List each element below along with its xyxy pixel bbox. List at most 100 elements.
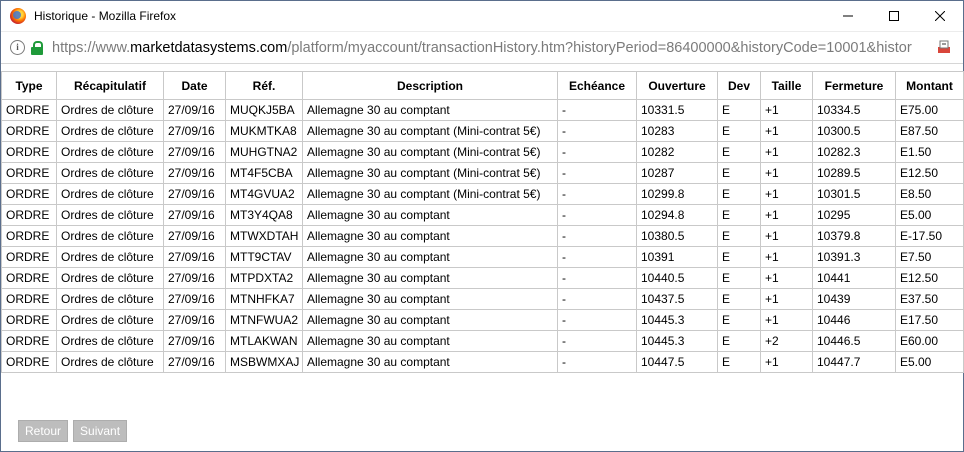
cell-ref: MT3Y4QA8 (225, 204, 303, 226)
cell-date: 27/09/16 (163, 330, 226, 352)
column-header-type: Type (1, 71, 57, 100)
column-header-date: Date (163, 71, 226, 100)
table-header-row: Type Récapitulatif Date Réf. Description Eché… (1, 71, 964, 100)
cell-dev: E (717, 330, 761, 352)
cell-description: Allemagne 30 au comptant (302, 330, 558, 352)
cell-echeance: - (557, 225, 637, 247)
cell-ouverture: 10380.5 (636, 225, 718, 247)
cell-montant: E5.00 (895, 351, 964, 373)
cell-recap: Ordres de clôture (56, 246, 164, 268)
table-row: ORDRE Ordres de clôture 27/09/16 MSBWMXAJ Al… (1, 351, 964, 373)
cell-date: 27/09/16 (163, 288, 226, 310)
cell-montant: E60.00 (895, 330, 964, 352)
column-header-ouverture: Ouverture (636, 71, 718, 100)
firefox-logo-icon (10, 8, 26, 24)
cell-taille: +1 (760, 99, 813, 121)
table-row: ORDRE Ordres de clôture 27/09/16 MTNFWUA2 Al… (1, 309, 964, 331)
cell-echeance: - (557, 246, 637, 268)
maximize-button[interactable] (871, 1, 917, 31)
cell-recap: Ordres de clôture (56, 99, 164, 121)
transactions-table: Type Récapitulatif Date Réf. Description Eché… (1, 71, 964, 373)
extension-icon[interactable] (937, 40, 951, 54)
cell-montant: E8.50 (895, 183, 964, 205)
minimize-icon (843, 15, 853, 17)
cell-echeance: - (557, 99, 637, 121)
cell-taille: +1 (760, 162, 813, 184)
cell-date: 27/09/16 (163, 351, 226, 373)
table-row: ORDRE Ordres de clôture 27/09/16 MT4F5CBA Al… (1, 162, 964, 184)
cell-fermeture: 10334.5 (812, 99, 896, 121)
cell-dev: E (717, 162, 761, 184)
maximize-icon (889, 11, 899, 21)
cell-fermeture: 10446 (812, 309, 896, 331)
cell-taille: +2 (760, 330, 813, 352)
cell-fermeture: 10439 (812, 288, 896, 310)
cell-description: Allemagne 30 au comptant (302, 204, 558, 226)
cell-ref: MTNHFKA7 (225, 288, 303, 310)
cell-date: 27/09/16 (163, 99, 226, 121)
cell-montant: E37.50 (895, 288, 964, 310)
cell-type: ORDRE (1, 351, 57, 373)
table-row: ORDRE Ordres de clôture 27/09/16 MUHGTNA2 Al… (1, 141, 964, 163)
browser-window: Historique - Mozilla Firefox i https://w… (0, 0, 964, 452)
cell-description: Allemagne 30 au comptant (302, 288, 558, 310)
cell-recap: Ordres de clôture (56, 183, 164, 205)
cell-description: Allemagne 30 au comptant (302, 351, 558, 373)
url-bar[interactable]: i https://www.marketdatasystems.com/plat… (1, 31, 963, 64)
cell-description: Allemagne 30 au comptant (302, 246, 558, 268)
table-row: ORDRE Ordres de clôture 27/09/16 MT3Y4QA8 Al… (1, 204, 964, 226)
cell-recap: Ordres de clôture (56, 162, 164, 184)
close-button[interactable] (917, 1, 963, 31)
transaction-history: Type Récapitulatif Date Réf. Description Eché… (1, 71, 964, 373)
table-row: ORDRE Ordres de clôture 27/09/16 MTNHFKA7 Al… (1, 288, 964, 310)
cell-taille: +1 (760, 120, 813, 142)
next-button[interactable]: Suivant (73, 420, 128, 442)
cell-echeance: - (557, 288, 637, 310)
title-bar: Historique - Mozilla Firefox (1, 1, 963, 31)
cell-description: Allemagne 30 au comptant (Mini-contrat 5… (302, 141, 558, 163)
cell-type: ORDRE (1, 141, 57, 163)
cell-recap: Ordres de clôture (56, 225, 164, 247)
column-header-fermeture: Fermeture (812, 71, 896, 100)
cell-type: ORDRE (1, 225, 57, 247)
minimize-button[interactable] (825, 1, 871, 31)
info-icon[interactable]: i (10, 40, 25, 55)
cell-description: Allemagne 30 au comptant (Mini-contrat 5… (302, 120, 558, 142)
table-body: ORDRE Ordres de clôture 27/09/16 MUQKJ5BA Al… (1, 99, 964, 373)
cell-ref: MTPDXTA2 (225, 267, 303, 289)
column-header-ref: Réf. (225, 71, 303, 100)
cell-recap: Ordres de clôture (56, 330, 164, 352)
cell-ouverture: 10283 (636, 120, 718, 142)
cell-type: ORDRE (1, 183, 57, 205)
cell-ouverture: 10287 (636, 162, 718, 184)
close-icon (935, 11, 945, 21)
cell-fermeture: 10300.5 (812, 120, 896, 142)
cell-taille: +1 (760, 246, 813, 268)
cell-type: ORDRE (1, 120, 57, 142)
cell-fermeture: 10295 (812, 204, 896, 226)
cell-ref: MT4GVUA2 (225, 183, 303, 205)
cell-ouverture: 10282 (636, 141, 718, 163)
url-text[interactable]: https://www.marketdatasystems.com/platfo… (52, 40, 912, 56)
cell-ouverture: 10447.5 (636, 351, 718, 373)
cell-recap: Ordres de clôture (56, 309, 164, 331)
cell-dev: E (717, 183, 761, 205)
cell-ouverture: 10440.5 (636, 267, 718, 289)
cell-ref: MTLAKWAN (225, 330, 303, 352)
back-button[interactable]: Retour (18, 420, 69, 442)
cell-dev: E (717, 246, 761, 268)
pagination-buttons: Retour Suivant (18, 420, 128, 442)
cell-taille: +1 (760, 204, 813, 226)
cell-fermeture: 10379.8 (812, 225, 896, 247)
cell-description: Allemagne 30 au comptant (Mini-contrat 5… (302, 183, 558, 205)
cell-dev: E (717, 267, 761, 289)
column-header-echeance: Echéance (557, 71, 637, 100)
url-path: /platform/myaccount/transactionHistory.h… (287, 39, 912, 56)
cell-echeance: - (557, 267, 637, 289)
lock-icon[interactable] (31, 40, 43, 55)
cell-type: ORDRE (1, 330, 57, 352)
cell-fermeture: 10391.3 (812, 246, 896, 268)
cell-dev: E (717, 225, 761, 247)
cell-ouverture: 10445.3 (636, 330, 718, 352)
cell-montant: E1.50 (895, 141, 964, 163)
